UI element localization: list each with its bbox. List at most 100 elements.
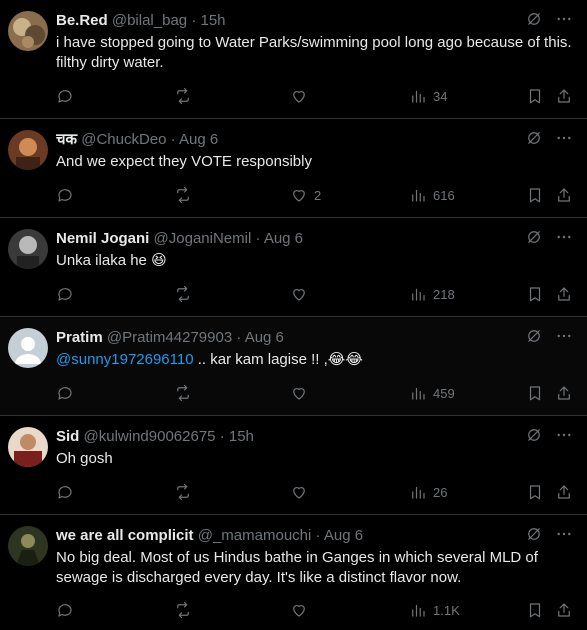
retweet-button[interactable] bbox=[174, 483, 192, 501]
view-count: 1.1K bbox=[433, 602, 460, 618]
views-button[interactable]: 218 bbox=[409, 285, 455, 303]
grok-icon[interactable] bbox=[525, 228, 543, 246]
views-button[interactable]: 459 bbox=[409, 384, 455, 402]
timestamp[interactable]: Aug 6 bbox=[324, 527, 363, 544]
action-bar: 34 bbox=[56, 87, 573, 107]
retweet-icon bbox=[177, 186, 189, 204]
like-button[interactable]: 2 bbox=[290, 186, 321, 204]
action-bar: 26 bbox=[56, 483, 573, 503]
retweet-button[interactable] bbox=[174, 601, 192, 619]
more-icon[interactable] bbox=[555, 10, 573, 28]
display-name[interactable]: we are all complicit bbox=[56, 527, 194, 544]
retweet-button[interactable] bbox=[174, 285, 192, 303]
share-button[interactable] bbox=[555, 87, 573, 105]
reply-button[interactable] bbox=[56, 483, 74, 501]
tweet[interactable]: Pratim @Pratim44279903 · Aug 6 @sunny197… bbox=[0, 317, 587, 416]
tweet-header: we are all complicit @_mamamouchi · Aug … bbox=[56, 526, 527, 546]
avatar[interactable] bbox=[8, 11, 48, 51]
views-button[interactable]: 616 bbox=[409, 186, 455, 204]
grok-icon[interactable] bbox=[525, 525, 543, 543]
view-count: 26 bbox=[433, 484, 448, 500]
reply-button[interactable] bbox=[56, 186, 74, 204]
tweet[interactable]: Be.Red @bilal_bag · 15h i have stopped g… bbox=[0, 0, 587, 119]
bookmark-button[interactable] bbox=[526, 186, 544, 204]
like-button[interactable] bbox=[290, 483, 314, 501]
grok-icon[interactable] bbox=[525, 129, 543, 147]
user-handle[interactable]: @JoganiNemil bbox=[154, 230, 252, 247]
views-button[interactable]: 26 bbox=[409, 483, 447, 501]
tweet-top-actions bbox=[525, 327, 573, 345]
avatar[interactable] bbox=[8, 229, 48, 269]
retweet-button[interactable] bbox=[174, 186, 192, 204]
more-icon[interactable] bbox=[555, 525, 573, 543]
heart-icon bbox=[293, 190, 305, 202]
user-handle[interactable]: @Pratim44279903 bbox=[107, 329, 232, 346]
share-icon bbox=[558, 485, 570, 499]
tweet-text: Unka ilaka he 😆 bbox=[56, 251, 573, 271]
retweet-button[interactable] bbox=[174, 384, 192, 402]
tweet-text: No big deal. Most of us Hindus bathe in … bbox=[56, 548, 573, 588]
retweet-icon bbox=[177, 483, 189, 501]
like-button[interactable] bbox=[290, 384, 314, 402]
share-button[interactable] bbox=[555, 601, 573, 619]
timestamp[interactable]: Aug 6 bbox=[245, 329, 284, 346]
bookmark-button[interactable] bbox=[526, 601, 544, 619]
share-button[interactable] bbox=[555, 186, 573, 204]
reply-icon bbox=[58, 90, 72, 103]
views-icon bbox=[412, 604, 425, 617]
reply-button[interactable] bbox=[56, 87, 74, 105]
views-button[interactable]: 34 bbox=[409, 87, 447, 105]
share-button[interactable] bbox=[555, 285, 573, 303]
timestamp[interactable]: 15h bbox=[229, 428, 254, 445]
retweet-button[interactable] bbox=[174, 87, 192, 105]
separator-dot: · bbox=[315, 527, 321, 544]
tweet-top-actions bbox=[525, 525, 573, 543]
grok-icon[interactable] bbox=[525, 10, 543, 28]
display-name[interactable]: चक bbox=[56, 131, 77, 148]
tweet[interactable]: we are all complicit @_mamamouchi · Aug … bbox=[0, 515, 587, 630]
timeline: Be.Red @bilal_bag · 15h i have stopped g… bbox=[0, 0, 587, 630]
like-button[interactable] bbox=[290, 87, 314, 105]
reply-button[interactable] bbox=[56, 285, 74, 303]
timestamp[interactable]: Aug 6 bbox=[264, 230, 303, 247]
bookmark-button[interactable] bbox=[526, 87, 544, 105]
more-icon[interactable] bbox=[555, 228, 573, 246]
views-button[interactable]: 1.1K bbox=[409, 601, 460, 619]
timestamp[interactable]: Aug 6 bbox=[179, 131, 218, 148]
more-icon[interactable] bbox=[555, 129, 573, 147]
display-name[interactable]: Pratim bbox=[56, 329, 103, 346]
grok-icon[interactable] bbox=[525, 327, 543, 345]
like-button[interactable] bbox=[290, 601, 314, 619]
mention-link[interactable]: @sunny1972696110 bbox=[56, 351, 194, 368]
action-bar: 459 bbox=[56, 384, 573, 404]
share-button[interactable] bbox=[555, 483, 573, 501]
user-handle[interactable]: @bilal_bag bbox=[112, 12, 187, 29]
display-name[interactable]: Be.Red bbox=[56, 12, 108, 29]
tweet[interactable]: चक @ChuckDeo · Aug 6 And we expect they … bbox=[0, 119, 587, 218]
views-icon bbox=[412, 387, 425, 400]
display-name[interactable]: Sid bbox=[56, 428, 79, 445]
share-button[interactable] bbox=[555, 384, 573, 402]
reply-button[interactable] bbox=[56, 384, 74, 402]
display-name[interactable]: Nemil Jogani bbox=[56, 230, 149, 247]
bookmark-button[interactable] bbox=[526, 285, 544, 303]
avatar[interactable] bbox=[8, 526, 48, 566]
bookmark-button[interactable] bbox=[526, 483, 544, 501]
avatar[interactable] bbox=[8, 328, 48, 368]
tweet-text-content: Unka ilaka he bbox=[56, 252, 147, 269]
more-icon[interactable] bbox=[555, 327, 573, 345]
tweet[interactable]: Nemil Jogani @JoganiNemil · Aug 6 Unka i… bbox=[0, 218, 587, 317]
user-handle[interactable]: @kulwind90062675 bbox=[84, 428, 216, 445]
user-handle[interactable]: @_mamamouchi bbox=[198, 527, 312, 544]
user-handle[interactable]: @ChuckDeo bbox=[81, 131, 166, 148]
timestamp[interactable]: 15h bbox=[200, 12, 225, 29]
tweet-text-content: And we expect they VOTE responsibly bbox=[56, 153, 312, 170]
avatar[interactable] bbox=[8, 427, 48, 467]
more-icon[interactable] bbox=[555, 426, 573, 444]
reply-button[interactable] bbox=[56, 601, 74, 619]
bookmark-button[interactable] bbox=[526, 384, 544, 402]
avatar[interactable] bbox=[8, 130, 48, 170]
tweet[interactable]: Sid @kulwind90062675 · 15h Oh gosh 26 bbox=[0, 416, 587, 515]
grok-icon[interactable] bbox=[525, 426, 543, 444]
like-button[interactable] bbox=[290, 285, 314, 303]
